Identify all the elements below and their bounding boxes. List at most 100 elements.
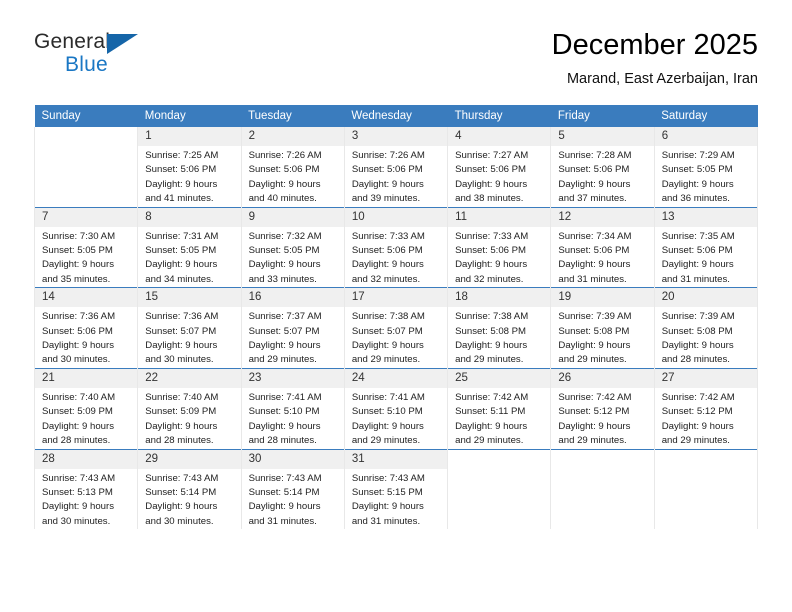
- calendar-day-cell[interactable]: 8 Sunrise: 7:31 AM Sunset: 5:05 PM Daylight…: [137, 206, 242, 288]
- day-sun-info: Sunrise: 7:40 AM Sunset: 5:09 PM Daylight:…: [35, 388, 137, 449]
- general-blue-logo[interactable]: General Blue: [34, 30, 214, 86]
- daylight-text-line2: and 31 minutes.: [248, 515, 317, 527]
- calendar-day-cell[interactable]: 18 Sunrise: 7:38 AM Sunset: 5:08 PM Dayligh…: [447, 287, 552, 369]
- calendar-day-cell[interactable]: 13 Sunrise: 7:35 AM Sunset: 5:06 PM Dayligh…: [653, 206, 759, 288]
- calendar-day-cell[interactable]: 23 Sunrise: 7:41 AM Sunset: 5:10 PM Dayligh…: [240, 367, 345, 449]
- daylight-text-line2: and 33 minutes.: [248, 273, 317, 285]
- calendar-day-cell[interactable]: 31 Sunrise: 7:43 AM Sunset: 5:15 PM Dayligh…: [343, 448, 449, 530]
- calendar-day-cell[interactable]: 22 Sunrise: 7:40 AM Sunset: 5:09 PM Dayligh…: [137, 367, 242, 449]
- day-number: 8: [138, 207, 241, 227]
- day-number: 2: [241, 127, 344, 146]
- day-number: 18: [448, 288, 551, 308]
- sunset-text: Sunset: 5:09 PM: [145, 406, 217, 418]
- calendar-day-cell[interactable]: 10 Sunrise: 7:33 AM Sunset: 5:06 PM Dayligh…: [343, 206, 449, 288]
- daylight-text-line2: and 31 minutes.: [661, 273, 730, 285]
- daylight-text-line1: Daylight: 9 hours: [145, 259, 218, 271]
- calendar-day-cell[interactable]: 11 Sunrise: 7:33 AM Sunset: 5:06 PM Dayligh…: [447, 206, 552, 288]
- day-number: 26: [551, 368, 654, 388]
- daylight-text-line1: Daylight: 9 hours: [351, 340, 424, 352]
- daylight-text-line1: Daylight: 9 hours: [248, 501, 321, 513]
- calendar-day-cell[interactable]: 14 Sunrise: 7:36 AM Sunset: 5:06 PM Dayligh…: [33, 287, 139, 369]
- day-sun-info: Sunrise: 7:33 AM Sunset: 5:06 PM Daylight:…: [345, 227, 447, 288]
- calendar-day-cell[interactable]: 15 Sunrise: 7:36 AM Sunset: 5:07 PM Dayligh…: [137, 287, 242, 369]
- calendar-day-cell[interactable]: 2 Sunrise: 7:26 AM Sunset: 5:06 PM Daylight…: [240, 127, 345, 208]
- day-number: 10: [344, 207, 448, 227]
- calendar-day-cell[interactable]: 27 Sunrise: 7:42 AM Sunset: 5:12 PM Dayligh…: [653, 367, 759, 449]
- calendar-day-cell[interactable]: 12 Sunrise: 7:34 AM Sunset: 5:06 PM Dayligh…: [550, 206, 655, 288]
- daylight-text-line2: and 30 minutes.: [42, 354, 111, 366]
- calendar-day-cell[interactable]: 1 Sunrise: 7:25 AM Sunset: 5:06 PM Daylight…: [137, 127, 242, 208]
- day-sun-info: Sunrise: 7:38 AM Sunset: 5:07 PM Daylight:…: [345, 307, 447, 368]
- day-sun-info: Sunrise: 7:27 AM Sunset: 5:06 PM Daylight:…: [448, 146, 550, 207]
- weekday-header-sunday: Sunday: [34, 105, 138, 127]
- sunset-text: Sunset: 5:06 PM: [42, 325, 113, 337]
- day-sun-info: Sunrise: 7:25 AM Sunset: 5:06 PM Daylight:…: [138, 146, 240, 207]
- day-number: 1: [138, 127, 241, 146]
- day-number: [448, 450, 550, 469]
- sunset-text: Sunset: 5:08 PM: [558, 325, 630, 337]
- calendar-day-cell[interactable]: 25 Sunrise: 7:42 AM Sunset: 5:11 PM Dayligh…: [447, 367, 552, 449]
- calendar-week-row: 1 Sunrise: 7:25 AM Sunset: 5:06 PM Daylight…: [33, 127, 759, 208]
- weekday-header-tuesday: Tuesday: [241, 105, 345, 127]
- day-sun-info: Sunrise: 7:40 AM Sunset: 5:09 PM Daylight:…: [138, 388, 240, 449]
- calendar-day-cell[interactable]: 7 Sunrise: 7:30 AM Sunset: 5:05 PM Daylight…: [33, 206, 139, 288]
- day-sun-info: Sunrise: 7:43 AM Sunset: 5:14 PM Daylight:…: [138, 469, 240, 530]
- day-sun-info: Sunrise: 7:33 AM Sunset: 5:06 PM Daylight:…: [448, 227, 550, 288]
- page-subtitle: Marand, East Azerbaijan, Iran: [566, 71, 758, 87]
- calendar-day-cell[interactable]: 9 Sunrise: 7:32 AM Sunset: 5:05 PM Daylight…: [240, 206, 345, 288]
- sunrise-text: Sunrise: 7:42 AM: [558, 391, 632, 403]
- day-sun-info: Sunrise: 7:41 AM Sunset: 5:10 PM Daylight:…: [345, 388, 447, 449]
- day-sun-info: Sunrise: 7:43 AM Sunset: 5:13 PM Daylight:…: [35, 469, 137, 530]
- day-number: 22: [138, 368, 241, 388]
- calendar-day-cell[interactable]: 5 Sunrise: 7:28 AM Sunset: 5:06 PM Daylight…: [550, 127, 655, 208]
- calendar-day-cell[interactable]: 26 Sunrise: 7:42 AM Sunset: 5:12 PM Dayligh…: [550, 367, 655, 449]
- day-sun-info: Sunrise: 7:42 AM Sunset: 5:12 PM Daylight:…: [551, 388, 653, 449]
- sunrise-text: Sunrise: 7:30 AM: [42, 230, 116, 242]
- day-number: 19: [551, 288, 654, 308]
- sunset-text: Sunset: 5:10 PM: [248, 406, 320, 418]
- sunrise-text: Sunrise: 7:40 AM: [42, 391, 116, 403]
- daylight-text-line1: Daylight: 9 hours: [455, 178, 528, 190]
- daylight-text-line2: and 28 minutes.: [42, 435, 111, 447]
- calendar-day-cell[interactable]: 3 Sunrise: 7:26 AM Sunset: 5:06 PM Daylight…: [343, 127, 449, 208]
- weekday-header-friday: Friday: [550, 105, 655, 127]
- calendar-day-cell[interactable]: 20 Sunrise: 7:39 AM Sunset: 5:08 PM Dayligh…: [653, 287, 759, 369]
- daylight-text-line2: and 32 minutes.: [351, 273, 421, 285]
- day-number: 24: [344, 368, 448, 388]
- day-number: 14: [35, 288, 138, 308]
- calendar-header-row: Sunday Monday Tuesday Wednesday Thursday…: [34, 105, 758, 127]
- daylight-text-line1: Daylight: 9 hours: [455, 340, 528, 352]
- calendar-day-cell[interactable]: 21 Sunrise: 7:40 AM Sunset: 5:09 PM Dayligh…: [33, 367, 139, 449]
- sunrise-text: Sunrise: 7:43 AM: [351, 472, 425, 484]
- daylight-text-line2: and 32 minutes.: [455, 273, 524, 285]
- sunset-text: Sunset: 5:05 PM: [42, 245, 113, 257]
- sunrise-text: Sunrise: 7:26 AM: [351, 150, 425, 161]
- daylight-text-line2: and 30 minutes.: [145, 354, 214, 366]
- calendar-day-cell[interactable]: 16 Sunrise: 7:37 AM Sunset: 5:07 PM Dayligh…: [240, 287, 345, 369]
- calendar-body: 1 Sunrise: 7:25 AM Sunset: 5:06 PM Daylight…: [33, 127, 759, 530]
- calendar-page: General Blue December 2025 Marand, East …: [0, 0, 792, 612]
- sunrise-text: Sunrise: 7:33 AM: [351, 230, 425, 242]
- calendar-day-cell[interactable]: 17 Sunrise: 7:38 AM Sunset: 5:07 PM Dayligh…: [343, 287, 449, 369]
- sunset-text: Sunset: 5:10 PM: [351, 406, 423, 418]
- daylight-text-line1: Daylight: 9 hours: [42, 340, 114, 352]
- daylight-text-line1: Daylight: 9 hours: [145, 420, 218, 432]
- sunset-text: Sunset: 5:12 PM: [558, 406, 630, 418]
- calendar-day-cell-empty: [447, 448, 552, 530]
- sunset-text: Sunset: 5:08 PM: [455, 325, 527, 337]
- daylight-text-line1: Daylight: 9 hours: [661, 178, 734, 190]
- page-title: December 2025: [551, 29, 758, 61]
- calendar-day-cell[interactable]: 19 Sunrise: 7:39 AM Sunset: 5:08 PM Dayligh…: [550, 287, 655, 369]
- calendar-day-cell-empty: [33, 127, 139, 208]
- calendar-day-cell[interactable]: 24 Sunrise: 7:41 AM Sunset: 5:10 PM Dayligh…: [343, 367, 449, 449]
- sunrise-text: Sunrise: 7:32 AM: [248, 230, 322, 242]
- calendar-day-cell[interactable]: 29 Sunrise: 7:43 AM Sunset: 5:14 PM Dayligh…: [137, 448, 242, 530]
- sunrise-text: Sunrise: 7:35 AM: [661, 230, 735, 242]
- calendar-day-cell[interactable]: 28 Sunrise: 7:43 AM Sunset: 5:13 PM Dayligh…: [33, 448, 139, 530]
- calendar-day-cell[interactable]: 30 Sunrise: 7:43 AM Sunset: 5:14 PM Dayligh…: [240, 448, 345, 530]
- calendar-day-cell[interactable]: 4 Sunrise: 7:27 AM Sunset: 5:06 PM Daylight…: [447, 127, 552, 208]
- sunset-text: Sunset: 5:06 PM: [558, 164, 630, 176]
- calendar-day-cell[interactable]: 6 Sunrise: 7:29 AM Sunset: 5:05 PM Daylight…: [653, 127, 759, 208]
- sunrise-text: Sunrise: 7:34 AM: [558, 230, 632, 242]
- sunrise-text: Sunrise: 7:27 AM: [455, 150, 529, 161]
